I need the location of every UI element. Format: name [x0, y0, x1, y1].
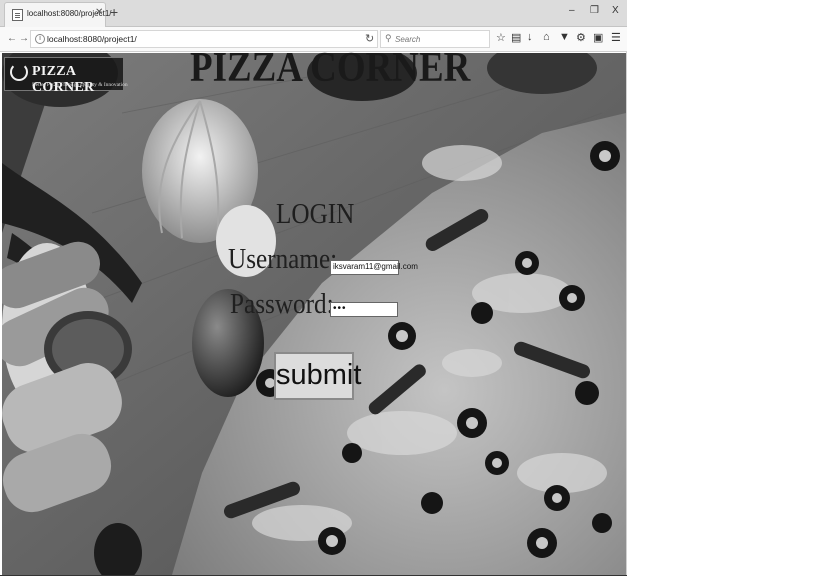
tab-strip: localhost:8080/project1/ ✕ + – ❐ X	[0, 0, 627, 27]
password-input[interactable]: •••	[330, 302, 398, 317]
info-icon[interactable]: i	[35, 34, 45, 44]
search-placeholder: Search	[395, 35, 421, 44]
password-label: Password:	[230, 289, 334, 320]
extension-icon[interactable]: ⚙	[576, 31, 586, 44]
browser-window: localhost:8080/project1/ ✕ + – ❐ X ← → i…	[0, 0, 627, 579]
url-text[interactable]: localhost:8080/project1/	[47, 34, 137, 44]
page-title: PIZZA CORNER	[190, 45, 471, 91]
minimize-button[interactable]: –	[569, 5, 575, 16]
submit-button[interactable]: submit	[274, 352, 361, 400]
close-window-button[interactable]: X	[612, 5, 619, 16]
forward-icon[interactable]: →	[19, 33, 29, 44]
new-tab-button[interactable]: +	[110, 5, 118, 19]
login-heading: LOGIN	[276, 199, 355, 230]
page-icon	[12, 9, 23, 21]
username-label: Username:	[228, 244, 338, 275]
bookmark-star-icon[interactable]: ☆	[496, 31, 506, 44]
username-input[interactable]: iksvaram11@gmail.com	[330, 260, 418, 275]
reading-list-icon[interactable]: ▤	[511, 31, 521, 44]
menu-icon[interactable]: ☰	[611, 31, 621, 44]
pocket-icon[interactable]: ▼	[559, 31, 570, 43]
tab-project1[interactable]: localhost:8080/project1/ ✕	[4, 2, 112, 27]
sidebar-icon[interactable]: ▣	[593, 31, 603, 44]
close-tab-icon[interactable]: ✕	[95, 7, 103, 18]
download-icon[interactable]: ↓	[527, 31, 533, 43]
restore-button[interactable]: ❐	[590, 5, 599, 16]
page-bottom-edge	[0, 575, 627, 579]
search-icon: ⚲	[385, 33, 392, 43]
home-icon[interactable]: ⌂	[543, 31, 550, 43]
back-icon[interactable]: ←	[7, 33, 17, 44]
pizza-logo-icon	[10, 63, 28, 81]
site-logo[interactable]: PIZZA CORNER Better Pizza Through Qualit…	[4, 57, 128, 95]
logo-name: PIZZA CORNER	[32, 64, 95, 95]
logo-tagline: Better Pizza Through Quality & Innovatio…	[32, 82, 128, 88]
